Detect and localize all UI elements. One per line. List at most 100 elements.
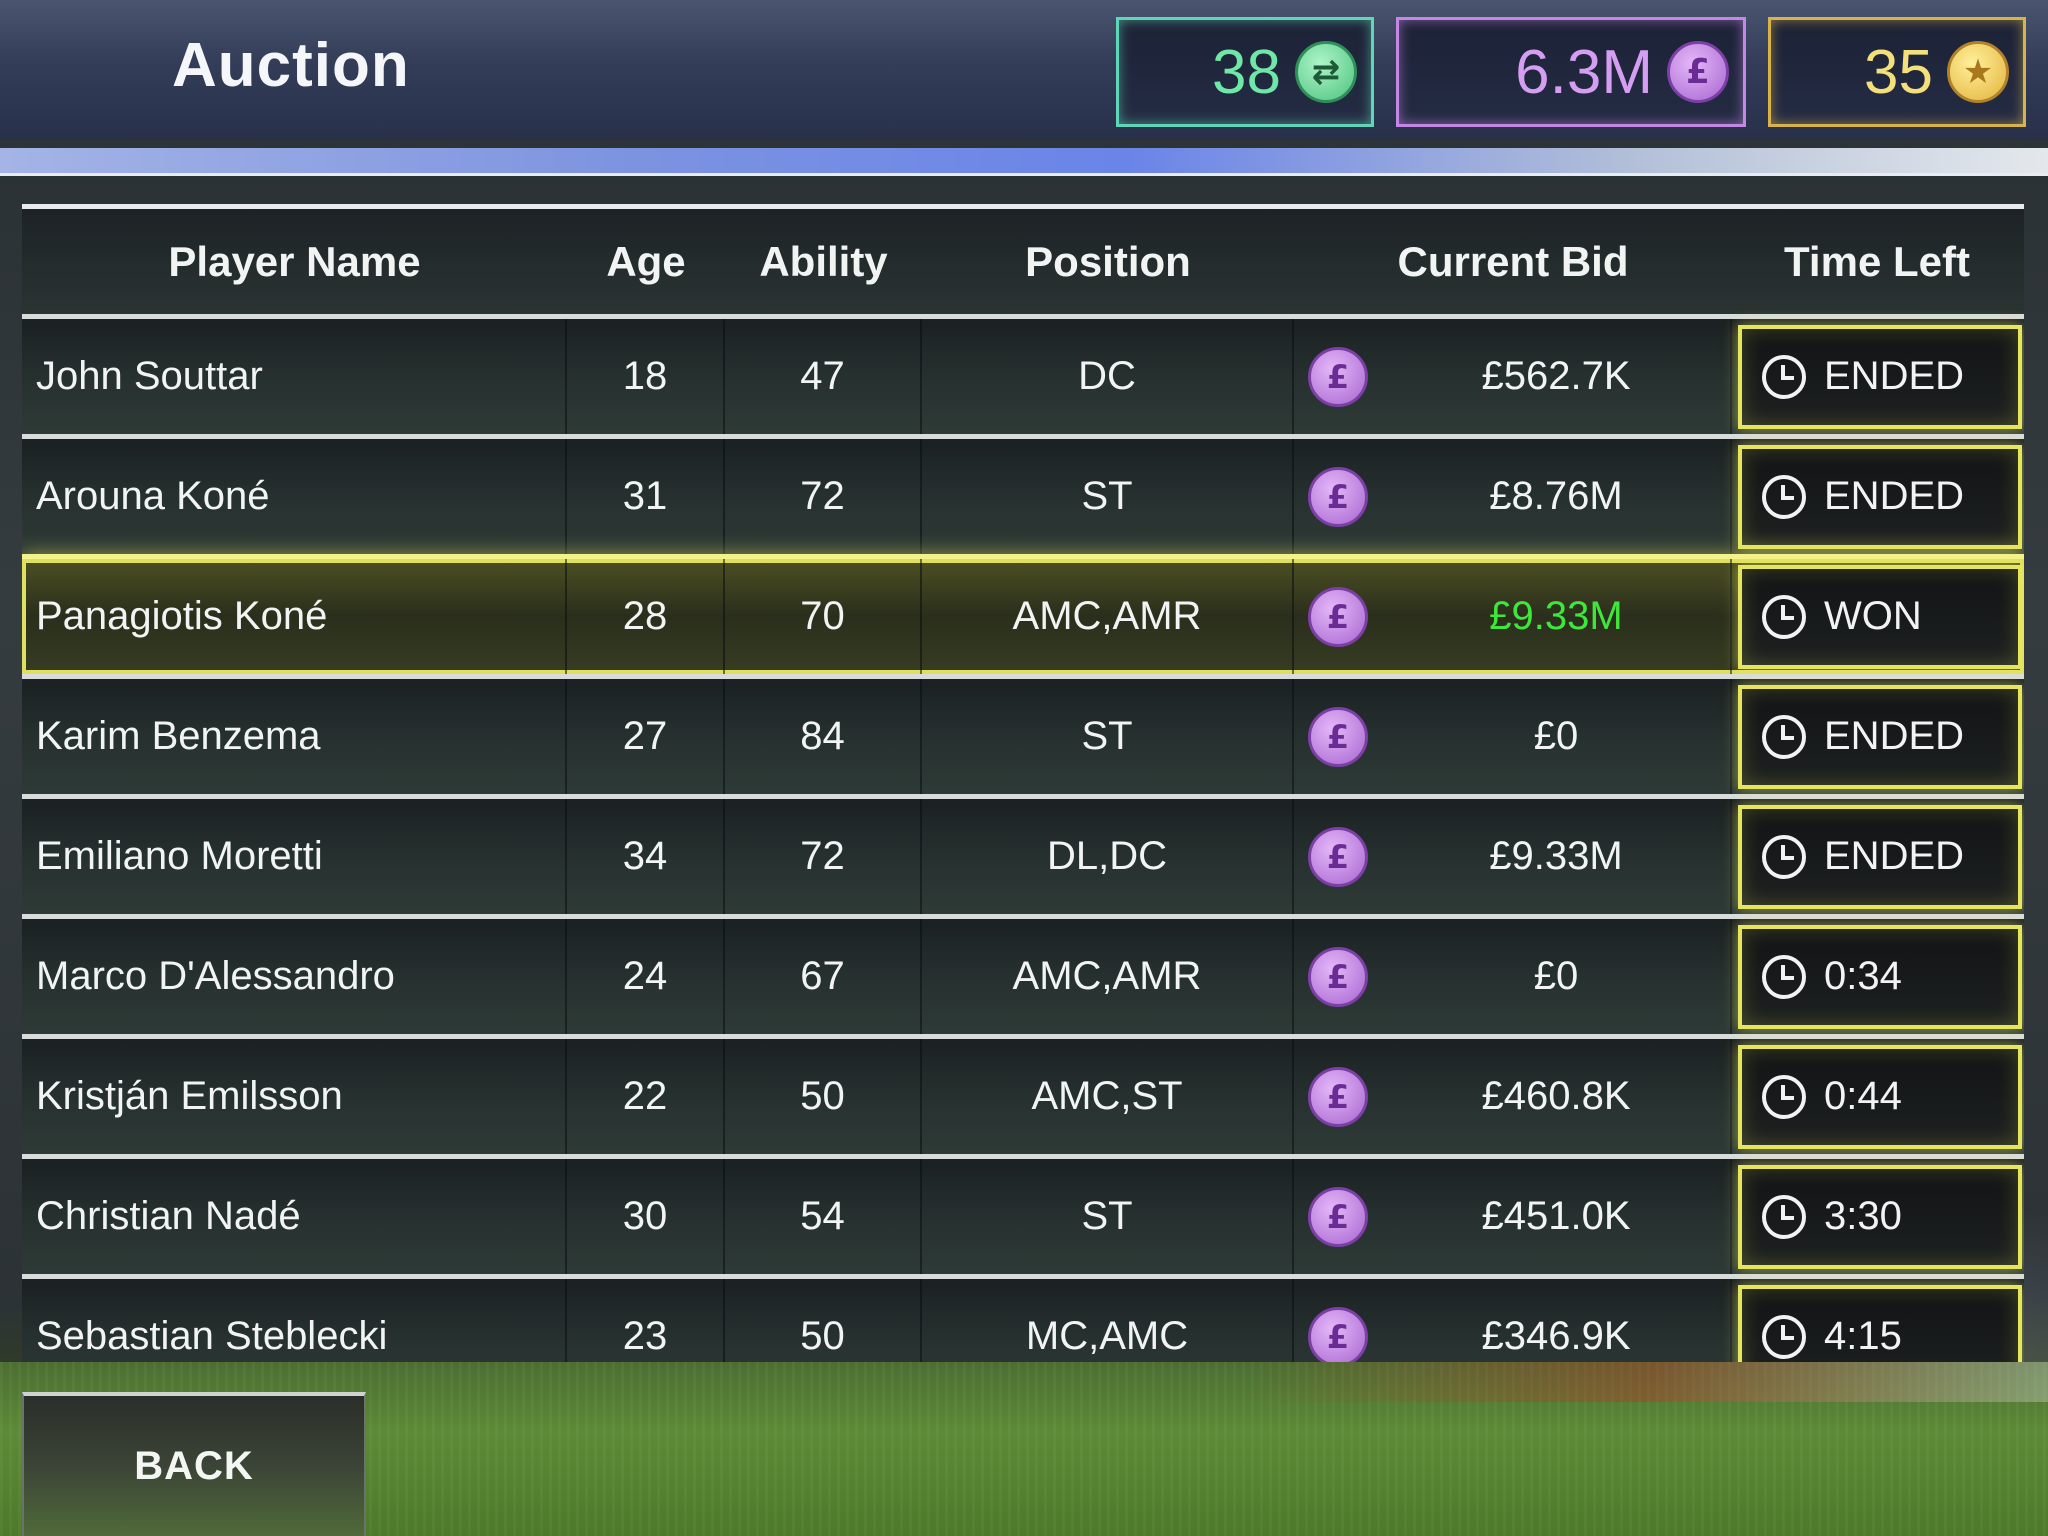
time-left-cell: 0:44 (1732, 1039, 2022, 1154)
bid-coin-cell: £ (1294, 1279, 1382, 1362)
player-name-cell: Sebastian Steblecki (22, 1279, 567, 1362)
player-name-cell: Christian Nadé (22, 1159, 567, 1274)
player-name-cell: John Souttar (22, 319, 567, 434)
time-left-box[interactable]: 3:30 (1738, 1164, 2022, 1269)
header-current-bid[interactable]: Current Bid (1294, 238, 1732, 286)
player-name-cell: Panagiotis Koné (22, 559, 567, 674)
time-left-box[interactable]: ENDED (1738, 804, 2022, 909)
position-cell: AMC,ST (922, 1039, 1294, 1154)
time-left-text: 3:30 (1824, 1194, 1902, 1238)
clock-icon (1762, 714, 1806, 759)
ability-cell: 47 (725, 319, 922, 434)
time-left-box[interactable]: 4:15 (1738, 1284, 2022, 1362)
age-cell: 31 (567, 439, 725, 554)
bid-coin-cell: £ (1294, 1159, 1382, 1274)
table-row[interactable]: Sebastian Steblecki 23 50 MC,AMC £ £346.… (22, 1274, 2024, 1362)
position-cell: AMC,AMR (922, 919, 1294, 1034)
header-ability[interactable]: Ability (725, 238, 922, 286)
ability-cell: 72 (725, 799, 922, 914)
player-name-cell: Kristján Emilsson (22, 1039, 567, 1154)
clock-icon (1762, 1074, 1806, 1119)
age-cell: 24 (567, 919, 725, 1034)
pound-coin-icon: £ (1308, 466, 1368, 527)
position-cell: ST (922, 1159, 1294, 1274)
time-left-cell: 3:30 (1732, 1159, 2022, 1274)
position-cell: ST (922, 679, 1294, 794)
stars-value: 35 (1864, 37, 1933, 107)
pound-coin-icon: £ (1308, 1186, 1368, 1247)
age-cell: 28 (567, 559, 725, 674)
clock-icon (1762, 834, 1806, 879)
time-left-text: ENDED (1824, 354, 1965, 398)
header-player-name[interactable]: Player Name (22, 238, 567, 286)
pound-coin-icon: £ (1308, 586, 1368, 647)
pound-coin-icon: £ (1308, 1306, 1368, 1362)
current-bid-cell: £562.7K (1382, 319, 1732, 434)
table-row[interactable]: Marco D'Alessandro 24 67 AMC,AMR £ £0 0:… (22, 914, 2024, 1034)
clock-icon (1762, 354, 1806, 399)
header-time-left[interactable]: Time Left (1732, 238, 2022, 286)
current-bid-cell: £9.33M (1382, 559, 1732, 674)
table-row[interactable]: Christian Nadé 30 54 ST £ £451.0K 3:30 (22, 1154, 2024, 1274)
pound-coin-icon: £ (1667, 41, 1729, 103)
table-row[interactable]: Panagiotis Koné 28 70 AMC,AMR £ £9.33M W… (22, 554, 2024, 674)
ability-cell: 70 (725, 559, 922, 674)
clock-icon (1762, 954, 1806, 999)
player-name-cell: Arouna Koné (22, 439, 567, 554)
star-coin-icon: ★ (1947, 41, 2009, 103)
top-bar: Auction 38 ⇄ 6.3M £ 35 ★ (0, 0, 2048, 140)
back-button-label: BACK (134, 1443, 254, 1488)
time-left-text: ENDED (1824, 474, 1965, 518)
back-button[interactable]: BACK (22, 1392, 366, 1536)
player-name-cell: Emiliano Moretti (22, 799, 567, 914)
transfers-counter[interactable]: 38 ⇄ (1116, 17, 1374, 127)
position-cell: DC (922, 319, 1294, 434)
pound-coin-icon: £ (1308, 946, 1368, 1007)
ability-cell: 50 (725, 1039, 922, 1154)
clock-icon (1762, 1314, 1806, 1359)
time-left-text: 4:15 (1824, 1314, 1902, 1358)
position-cell: ST (922, 439, 1294, 554)
position-cell: MC,AMC (922, 1279, 1294, 1362)
bid-coin-cell: £ (1294, 799, 1382, 914)
header-age[interactable]: Age (567, 238, 725, 286)
table-row[interactable]: Arouna Koné 31 72 ST £ £8.76M ENDED (22, 434, 2024, 554)
header-position[interactable]: Position (922, 238, 1294, 286)
time-left-text: ENDED (1824, 714, 1965, 758)
transfers-value: 38 (1212, 37, 1281, 107)
time-left-cell: 0:34 (1732, 919, 2022, 1034)
time-left-text: WON (1824, 594, 1922, 638)
time-left-box[interactable]: ENDED (1738, 444, 2022, 549)
bid-coin-cell: £ (1294, 919, 1382, 1034)
ability-cell: 50 (725, 1279, 922, 1362)
time-left-box[interactable]: 0:34 (1738, 924, 2022, 1029)
current-bid-cell: £9.33M (1382, 799, 1732, 914)
transfer-coin-icon: ⇄ (1295, 41, 1357, 103)
current-bid-cell: £0 (1382, 919, 1732, 1034)
header-accent-bar (0, 148, 2048, 176)
time-left-box[interactable]: WON (1738, 564, 2022, 669)
time-left-box[interactable]: 0:44 (1738, 1044, 2022, 1149)
current-bid-cell: £451.0K (1382, 1159, 1732, 1274)
position-cell: AMC,AMR (922, 559, 1294, 674)
table-row[interactable]: Emiliano Moretti 34 72 DL,DC £ £9.33M EN… (22, 794, 2024, 914)
ability-cell: 54 (725, 1159, 922, 1274)
current-bid-cell: £460.8K (1382, 1039, 1732, 1154)
money-counter[interactable]: 6.3M £ (1396, 17, 1746, 127)
pound-coin-icon: £ (1308, 706, 1368, 767)
clock-icon (1762, 474, 1806, 519)
age-cell: 23 (567, 1279, 725, 1362)
table-row[interactable]: John Souttar 18 47 DC £ £562.7K ENDED (22, 314, 2024, 434)
time-left-box[interactable]: ENDED (1738, 324, 2022, 429)
current-bid-cell: £346.9K (1382, 1279, 1732, 1362)
bid-coin-cell: £ (1294, 1039, 1382, 1154)
table-row[interactable]: Kristján Emilsson 22 50 AMC,ST £ £460.8K… (22, 1034, 2024, 1154)
time-left-cell: ENDED (1732, 319, 2022, 434)
table-row[interactable]: Karim Benzema 27 84 ST £ £0 ENDED (22, 674, 2024, 794)
time-left-cell: ENDED (1732, 439, 2022, 554)
time-left-box[interactable]: ENDED (1738, 684, 2022, 789)
time-left-cell: WON (1732, 559, 2022, 674)
age-cell: 27 (567, 679, 725, 794)
stars-counter[interactable]: 35 ★ (1768, 17, 2026, 127)
auction-table: Player Name Age Ability Position Current… (22, 204, 2024, 1362)
